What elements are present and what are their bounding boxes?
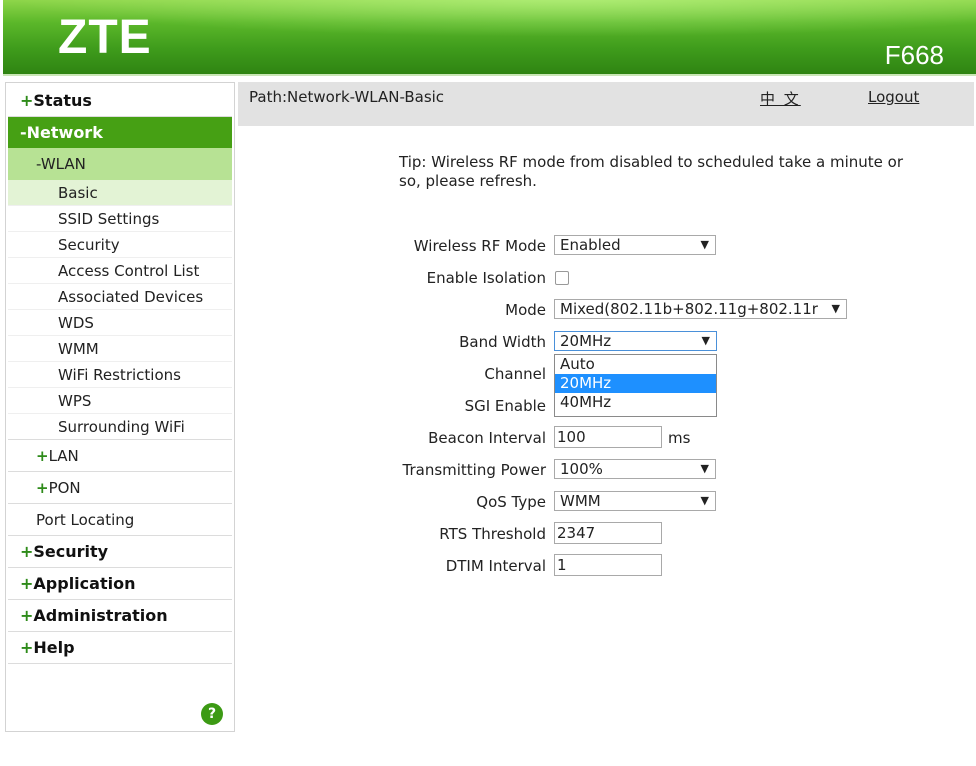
channel-label: Channel xyxy=(484,365,546,383)
nav-ssid-settings[interactable]: SSID Settings xyxy=(8,206,232,232)
mode-select[interactable]: Mixed(802.11b+802.11g+802.11r ▼ xyxy=(554,299,847,319)
plus-icon: + xyxy=(20,91,34,110)
beacon-input[interactable]: 100 xyxy=(554,426,662,448)
nav-administration[interactable]: +Administration xyxy=(8,600,232,632)
plus-icon: + xyxy=(20,606,34,625)
bandwidth-dropdown-list: Auto 20MHz 40MHz xyxy=(554,354,717,417)
nav-wds[interactable]: WDS xyxy=(8,310,232,336)
help-icon[interactable]: ? xyxy=(201,703,223,725)
nav-help[interactable]: +Help xyxy=(8,632,232,664)
nav-access-control-list[interactable]: Access Control List xyxy=(8,258,232,284)
nav-wlan-security[interactable]: Security xyxy=(8,232,232,258)
dropdown-arrow-icon: ▼ xyxy=(829,300,840,318)
plus-icon: + xyxy=(20,542,34,561)
nav-security[interactable]: +Security xyxy=(8,536,232,568)
dtim-label: DTIM Interval xyxy=(445,557,546,575)
nav-associated-devices[interactable]: Associated Devices xyxy=(8,284,232,310)
isolation-checkbox[interactable] xyxy=(555,271,569,285)
nav-application[interactable]: +Application xyxy=(8,568,232,600)
rts-label: RTS Threshold xyxy=(439,525,546,543)
bandwidth-option-auto[interactable]: Auto xyxy=(555,355,716,374)
bandwidth-option-40mhz[interactable]: 40MHz xyxy=(555,393,716,412)
dropdown-arrow-icon: ▼ xyxy=(700,462,709,475)
tx-power-select[interactable]: 100% ▼ xyxy=(554,459,716,479)
qos-label: QoS Type xyxy=(476,493,546,511)
sidebar: +Status -Network -WLAN Basic SSID Settin… xyxy=(5,82,235,732)
minus-icon: - xyxy=(20,123,27,142)
nav-wlan-basic[interactable]: Basic xyxy=(8,180,232,206)
header-banner: ZTE F668 xyxy=(3,0,976,76)
beacon-label: Beacon Interval xyxy=(428,429,546,447)
path-bar: Path:Network-WLAN-Basic 中 文 Logout xyxy=(238,82,974,126)
bandwidth-option-20mhz[interactable]: 20MHz xyxy=(555,374,716,393)
nav-surrounding-wifi[interactable]: Surrounding WiFi xyxy=(8,414,232,440)
nav-network[interactable]: -Network xyxy=(8,117,232,149)
zte-logo: ZTE xyxy=(58,11,152,64)
rts-input[interactable]: 2347 xyxy=(554,522,662,544)
nav-status[interactable]: +Status xyxy=(8,85,232,117)
breadcrumb: Path:Network-WLAN-Basic xyxy=(249,88,445,106)
bandwidth-select[interactable]: 20MHz ▼ xyxy=(554,331,717,351)
isolation-label: Enable Isolation xyxy=(426,269,546,287)
plus-icon: + xyxy=(36,479,49,497)
nav-wmm[interactable]: WMM xyxy=(8,336,232,362)
language-link[interactable]: 中 文 xyxy=(760,88,801,109)
beacon-unit: ms xyxy=(668,429,691,447)
nav-wps[interactable]: WPS xyxy=(8,388,232,414)
rf-mode-select[interactable]: Enabled ▼ xyxy=(554,235,716,255)
dtim-input[interactable]: 1 xyxy=(554,554,662,576)
plus-icon: + xyxy=(36,447,49,465)
plus-icon: + xyxy=(20,638,34,657)
mode-label: Mode xyxy=(505,301,546,319)
tip-text: Tip: Wireless RF mode from disabled to s… xyxy=(399,153,903,190)
nav-pon[interactable]: +PON xyxy=(8,472,232,504)
dropdown-arrow-icon: ▼ xyxy=(701,334,710,347)
nav-port-locating[interactable]: Port Locating xyxy=(8,504,232,536)
plus-icon: + xyxy=(20,574,34,593)
device-model: F668 xyxy=(884,40,944,70)
bandwidth-label: Band Width xyxy=(459,333,546,351)
qos-select[interactable]: WMM ▼ xyxy=(554,491,716,511)
nav-wifi-restrictions[interactable]: WiFi Restrictions xyxy=(8,362,232,388)
dropdown-arrow-icon: ▼ xyxy=(700,238,709,251)
dropdown-arrow-icon: ▼ xyxy=(700,494,709,507)
nav-wlan[interactable]: -WLAN xyxy=(8,148,232,180)
rf-mode-label: Wireless RF Mode xyxy=(413,237,546,255)
sgi-label: SGI Enable xyxy=(464,397,546,415)
logout-link[interactable]: Logout xyxy=(868,88,919,106)
nav-lan[interactable]: +LAN xyxy=(8,440,232,472)
tx-power-label: Transmitting Power xyxy=(402,461,547,479)
